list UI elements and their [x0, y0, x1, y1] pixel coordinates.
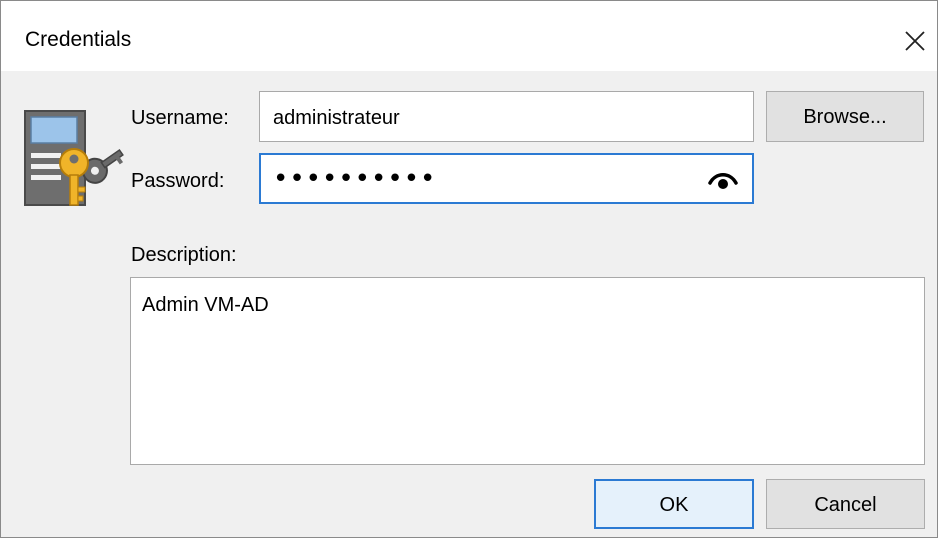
description-label: Description:: [131, 244, 237, 266]
title-bar: Credentials: [1, 1, 937, 71]
ok-button-label: OK: [659, 494, 689, 516]
ok-button[interactable]: OK: [594, 479, 754, 529]
description-value: Admin VM-AD: [142, 294, 269, 316]
browse-button[interactable]: Browse...: [766, 91, 924, 142]
eye-icon[interactable]: [708, 167, 738, 193]
dialog-title: Credentials: [25, 28, 132, 51]
close-button[interactable]: [893, 19, 937, 63]
username-label: Username:: [131, 107, 229, 129]
username-field[interactable]: administrateur: [259, 91, 754, 142]
username-value: administrateur: [273, 107, 400, 129]
password-mask: ••••••••••: [273, 164, 437, 194]
credentials-key-icon: [24, 110, 124, 206]
password-field[interactable]: ••••••••••: [259, 153, 754, 204]
cancel-button-label: Cancel: [814, 494, 877, 516]
browse-button-label: Browse...: [803, 106, 887, 128]
description-textarea[interactable]: Admin VM-AD: [130, 277, 925, 465]
cancel-button[interactable]: Cancel: [766, 479, 925, 529]
credentials-dialog: Credentials Username: administrateur Bro…: [0, 0, 938, 538]
password-label: Password:: [131, 170, 225, 192]
close-icon: [905, 31, 925, 51]
